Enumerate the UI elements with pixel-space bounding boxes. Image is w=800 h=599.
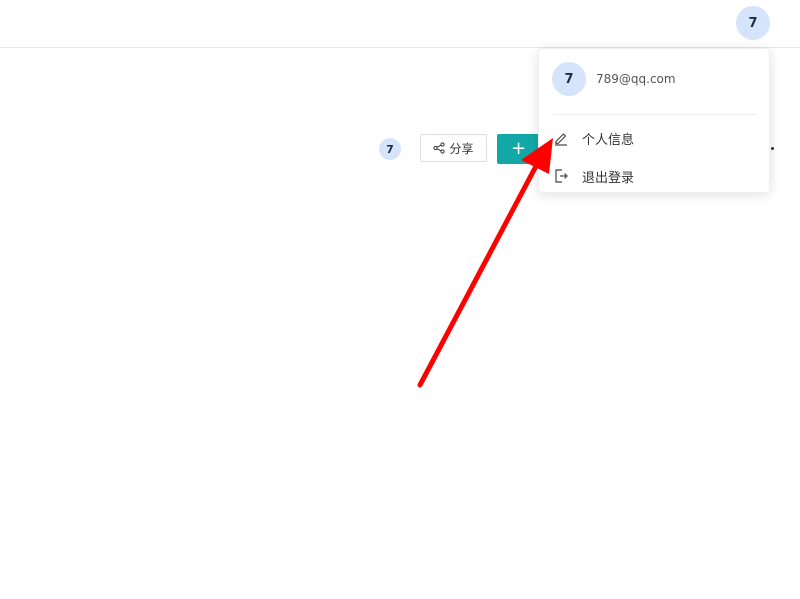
share-icon xyxy=(433,142,446,154)
user-avatar-button[interactable]: 7 xyxy=(736,6,770,40)
menu-item-logout-label: 退出登录 xyxy=(582,170,635,186)
dropdown-avatar: 7 xyxy=(552,62,586,96)
more-options-icon[interactable] xyxy=(771,147,774,150)
menu-divider xyxy=(552,114,757,115)
user-dropdown-menu: 7 789@qq.com 个人信息 退出登录 xyxy=(538,48,770,193)
logout-icon xyxy=(555,169,568,183)
member-avatar[interactable]: 7 xyxy=(379,138,401,160)
plus-icon: + xyxy=(511,138,527,159)
app-page: 7 7 分享 + 7 789@qq.com 个人信息 退出登录 xyxy=(0,0,800,599)
menu-item-logout[interactable]: 退出登录 xyxy=(539,159,771,193)
menu-item-profile-label: 个人信息 xyxy=(582,132,635,148)
menu-item-profile[interactable]: 个人信息 xyxy=(539,121,771,155)
edit-pencil-icon xyxy=(555,133,567,146)
share-button[interactable]: 分享 xyxy=(420,134,487,162)
share-button-label: 分享 xyxy=(449,141,474,156)
top-bar: 7 xyxy=(0,0,800,48)
user-email: 789@qq.com xyxy=(596,72,676,86)
